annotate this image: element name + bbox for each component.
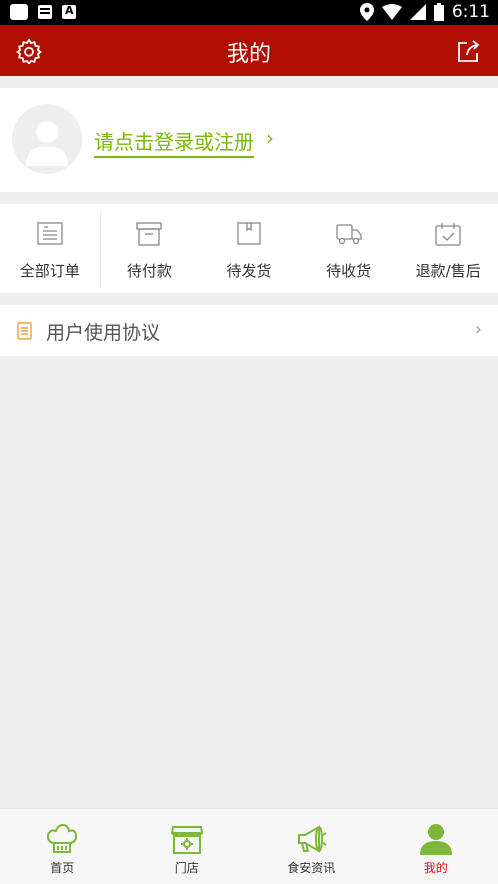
message-icon (38, 5, 52, 19)
order-pending-receipt[interactable]: 待收货 (299, 204, 399, 293)
bottom-tab-bar: 首页 门店 食安资讯 我的 (0, 808, 498, 884)
user-agreement-label: 用户使用协议 (46, 322, 161, 344)
share-icon[interactable] (456, 38, 482, 64)
truck-icon (335, 224, 362, 245)
megaphone-icon (298, 825, 327, 853)
avatar[interactable] (12, 104, 82, 174)
status-bar: 6:11 (0, 0, 498, 25)
chevron-right-icon: › (266, 126, 274, 150)
order-pending-payment[interactable]: 待付款 (100, 204, 200, 293)
list-icon (37, 222, 63, 245)
order-refund-aftersale[interactable]: 退款/售后 (398, 204, 498, 293)
battery-icon (433, 3, 444, 21)
page-title: 我的 (226, 42, 271, 67)
location-icon (359, 3, 374, 21)
order-pending-shipment[interactable]: 待发货 (199, 204, 299, 293)
tab-home[interactable]: 首页 (0, 809, 125, 884)
profile-card[interactable]: 请点击登录或注册 › (0, 88, 498, 192)
chef-hat-icon (47, 823, 78, 853)
order-shortcuts: 全部订单 待付款 待发货 待收货 退款/售后 (0, 204, 498, 293)
default-avatar-icon (26, 121, 68, 166)
package-icon (237, 222, 261, 245)
store-icon (170, 826, 203, 854)
wifi-icon (381, 4, 402, 20)
document-icon (17, 322, 32, 340)
box-icon (136, 222, 163, 246)
status-time: 6:11 (451, 2, 490, 22)
tab-mine[interactable]: 我的 (374, 809, 498, 884)
notification-icon (10, 4, 28, 20)
calendar-check-icon (435, 223, 461, 246)
a-icon (62, 4, 76, 19)
user-agreement-row[interactable]: 用户使用协议 › (0, 305, 498, 356)
app-bar: 我的 (0, 25, 498, 76)
login-register-link[interactable]: 请点击登录或注册 (94, 126, 254, 158)
tab-store[interactable]: 门店 (125, 809, 250, 884)
signal-icon (409, 4, 426, 20)
order-all[interactable]: 全部订单 (0, 204, 100, 293)
tab-food-safety-news[interactable]: 食安资讯 (249, 809, 374, 884)
person-icon (419, 824, 452, 855)
chevron-right-icon: › (474, 319, 482, 340)
